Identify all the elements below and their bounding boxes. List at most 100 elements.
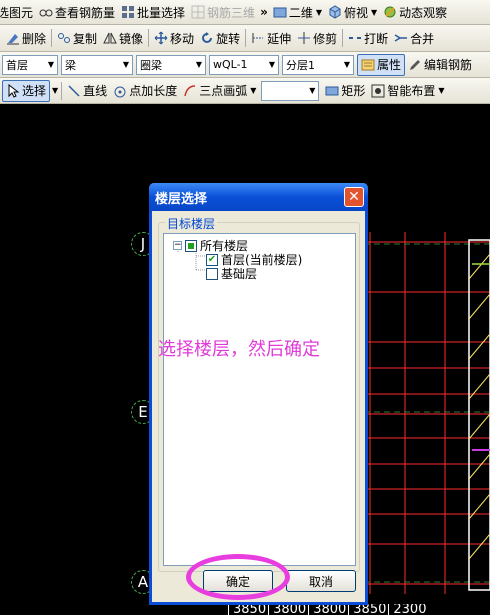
type-select[interactable]: 梁 ▼ — [61, 54, 133, 75]
view-2d-dropdown[interactable]: 二维 ▼ — [270, 1, 325, 23]
layer-select-value: 分层1 — [286, 58, 315, 72]
floor-select-value: 首层 — [6, 58, 28, 72]
checkbox-foundation[interactable] — [206, 267, 218, 280]
toolbar-divider — [61, 81, 63, 100]
close-icon: ✕ — [348, 189, 360, 205]
checkbox-first-floor[interactable]: ✔ — [206, 253, 218, 266]
toolbar-divider — [342, 29, 344, 47]
floor-select[interactable]: 首层 ▼ — [2, 54, 58, 75]
delete-button[interactable]: 删除 — [3, 27, 49, 49]
line-tool-label: 直线 — [83, 84, 108, 98]
pencil-icon — [408, 58, 422, 72]
properties-icon — [361, 58, 375, 72]
point-length-button[interactable]: 点加长度 — [110, 80, 180, 102]
target-floor-group: 目标楼层 − 所有楼层 ✔ 首层(当前楼层) 基础层 — [158, 215, 360, 572]
rebar-3d-button[interactable]: 钢筋三维 — [188, 1, 258, 23]
rectangle-icon — [325, 84, 339, 98]
tree-item-foundation[interactable]: 基础层 — [206, 265, 257, 282]
copy-button[interactable]: 复制 — [54, 27, 100, 49]
rectangle-tool-label: 矩形 — [341, 84, 366, 98]
chevron-down-icon: ▼ — [122, 60, 129, 69]
rotate-label: 旋转 — [216, 31, 241, 46]
collapse-icon[interactable]: − — [173, 241, 182, 250]
mirror-button[interactable]: 镜像 — [100, 27, 146, 49]
group-label: 目标楼层 — [165, 215, 218, 232]
rebar-3d-icon — [191, 5, 205, 19]
extend-icon — [251, 31, 265, 45]
extend-button[interactable]: 延伸 — [248, 27, 294, 49]
line-tool-button[interactable]: 直线 — [64, 80, 110, 102]
trim-icon — [297, 31, 311, 45]
dimension-value: 3850 — [348, 604, 386, 615]
type-select-value: 梁 — [65, 58, 76, 72]
cancel-button-label: 取消 — [308, 574, 333, 589]
tree-item-label: 基础层 — [221, 267, 258, 281]
chevron-down-icon: ▼ — [250, 86, 257, 95]
smart-layout-button[interactable]: 智能布置 ▼ — [368, 80, 447, 102]
merge-icon — [394, 31, 408, 45]
move-label: 移动 — [170, 31, 195, 46]
grid-select-icon — [121, 5, 135, 19]
batch-select-button[interactable]: 批量选择 — [118, 1, 188, 23]
copy-icon — [57, 31, 71, 45]
move-button[interactable]: 移动 — [151, 27, 197, 49]
layer-select[interactable]: 分层1 ▼ — [282, 54, 354, 75]
rotate-button[interactable]: 旋转 — [197, 27, 243, 49]
component-select[interactable]: wQL-1 ▼ — [209, 54, 279, 75]
dimension-value: 2300 — [388, 604, 426, 615]
dimension-value: 3800 — [308, 604, 346, 615]
select-tool-dropdown[interactable]: ▼ — [50, 80, 59, 102]
close-button[interactable]: ✕ — [344, 187, 364, 207]
select-element-label: 选图元 — [0, 5, 34, 20]
orbit-icon — [383, 5, 397, 19]
view-top-label: 俯视 — [344, 5, 369, 20]
dynamic-orbit-button[interactable]: 动态观察 — [380, 1, 450, 23]
chevron-down-icon: ▼ — [309, 86, 316, 95]
toolbar-row-1: 选图元 查看钢筋量 批量选择 钢筋三维 » 二维 ▼ 俯视 ▼ 动态观察 — [0, 0, 490, 25]
dimension-value: 3800 — [268, 604, 306, 615]
floor-tree[interactable]: − 所有楼层 ✔ 首层(当前楼层) 基础层 — [163, 233, 356, 566]
trim-label: 修剪 — [313, 31, 338, 46]
more-tools-button[interactable]: » — [258, 1, 270, 23]
three-point-arc-button[interactable]: 三点画弧 ▼ — [180, 80, 259, 102]
properties-button[interactable]: 属性 — [357, 53, 406, 76]
edit-rebar-button[interactable]: 编辑钢筋 — [405, 54, 475, 76]
dialog-title: 楼层选择 — [155, 191, 208, 207]
view-2d-label: 二维 — [288, 5, 313, 20]
move-arrows-icon — [154, 31, 168, 45]
subtype-select-value: 圈梁 — [140, 58, 162, 72]
component-select-value: wQL-1 — [213, 58, 248, 71]
cancel-button[interactable]: 取消 — [286, 570, 356, 592]
properties-label: 属性 — [377, 58, 402, 72]
highlight-ellipse — [186, 554, 290, 600]
cursor-arrow-icon — [6, 83, 20, 98]
chevron-down-icon: ▼ — [315, 7, 322, 17]
toolbar-divider — [148, 29, 150, 47]
chevron-down-icon: ▼ — [438, 86, 445, 95]
chevron-down-icon: ▼ — [268, 60, 275, 69]
dialog-title-bar[interactable]: 楼层选择 ✕ — [149, 183, 368, 211]
edit-rebar-label: 编辑钢筋 — [424, 58, 473, 72]
select-tool-button[interactable]: 选择 — [2, 79, 51, 102]
view-top-dropdown[interactable]: 俯视 ▼ — [325, 1, 380, 23]
rectangle-tool-button[interactable]: 矩形 — [322, 80, 368, 102]
point-length-label: 点加长度 — [129, 84, 178, 98]
dynamic-orbit-label: 动态观察 — [399, 5, 448, 20]
chevron-down-icon: ▼ — [52, 86, 59, 95]
view-rebar-amount-button[interactable]: 查看钢筋量 — [36, 1, 118, 23]
view-2d-icon — [273, 5, 287, 19]
rotate-icon — [200, 31, 214, 45]
point-length-icon — [113, 84, 127, 98]
break-button[interactable]: 打断 — [345, 27, 391, 49]
checkbox-all-floors[interactable] — [185, 239, 197, 252]
merge-button[interactable]: 合并 — [391, 27, 437, 49]
dimension-value: 3850 — [228, 604, 266, 615]
arc-options-select[interactable]: ▼ — [261, 80, 320, 101]
toolbar-divider — [245, 29, 247, 47]
select-tool-label: 选择 — [22, 84, 47, 98]
subtype-select[interactable]: 圈梁 ▼ — [136, 54, 206, 75]
select-element-button[interactable]: 选图元 — [0, 1, 36, 23]
chevron-down-icon: ▼ — [371, 7, 378, 17]
rebar-3d-label: 钢筋三维 — [207, 5, 256, 20]
trim-button[interactable]: 修剪 — [294, 27, 340, 49]
